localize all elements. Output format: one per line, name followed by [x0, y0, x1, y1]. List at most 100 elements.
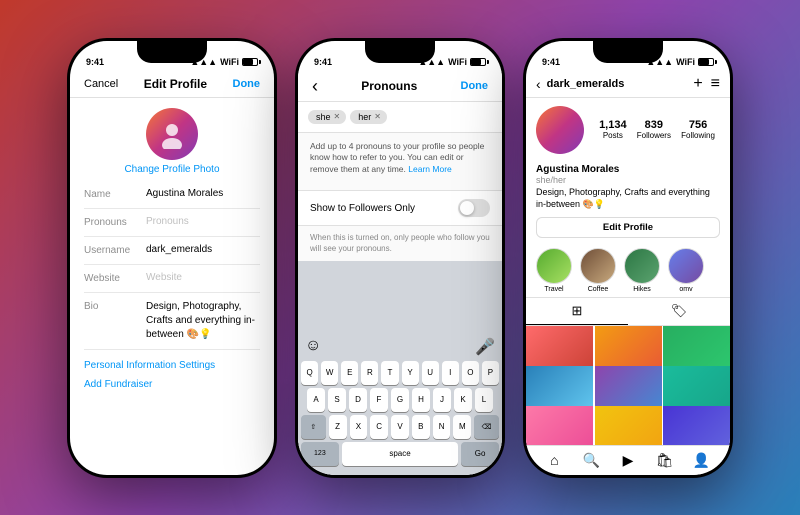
done-button[interactable]: Done — [233, 78, 261, 90]
pronoun-description: Add up to 4 pronouns to your profile so … — [298, 133, 502, 185]
nav-reels[interactable]: ▶ — [610, 452, 647, 469]
key-p[interactable]: P — [482, 361, 499, 385]
wifi-icon-3: WiFi — [676, 57, 695, 67]
pronoun-tag-her[interactable]: her ✕ — [350, 110, 387, 124]
battery-icon-2 — [470, 58, 486, 66]
done-button-2[interactable]: Done — [461, 80, 489, 92]
keyboard-row-4: 123 space Go — [301, 442, 499, 466]
mic-icon[interactable]: 🎤 — [475, 337, 495, 357]
key-s[interactable]: S — [328, 388, 346, 412]
grid-cell-7[interactable] — [526, 406, 593, 445]
key-k[interactable]: K — [454, 388, 472, 412]
key-o[interactable]: O — [462, 361, 479, 385]
label-bio: Bio — [84, 300, 146, 312]
form-row-pronouns: Pronouns Pronouns — [84, 209, 260, 237]
value-pronouns[interactable]: Pronouns — [146, 216, 260, 227]
personal-info-link[interactable]: Personal Information Settings — [84, 360, 260, 371]
back-button-2[interactable]: ‹ — [312, 77, 318, 95]
pronoun-tag-she[interactable]: she ✕ — [308, 110, 346, 124]
stat-following[interactable]: 756 Following — [681, 119, 715, 140]
profile-avatar — [536, 106, 584, 154]
value-username[interactable]: dark_emeralds — [146, 244, 260, 255]
key-d[interactable]: D — [349, 388, 367, 412]
key-w[interactable]: W — [321, 361, 338, 385]
change-photo-link[interactable]: Change Profile Photo — [124, 164, 219, 175]
key-h[interactable]: H — [412, 388, 430, 412]
key-go[interactable]: Go — [461, 442, 499, 466]
tag-her-label: her — [358, 112, 371, 122]
highlight-hikes[interactable]: Hikes — [624, 248, 660, 293]
nav-search[interactable]: 🔍 — [573, 452, 610, 469]
highlight-coffee[interactable]: Coffee — [580, 248, 616, 293]
pronouns-content: she ✕ her ✕ Add up to 4 pronouns to your… — [298, 102, 502, 475]
keyboard: ☺ 🎤 Q W E R T Y U I O P A — [298, 261, 502, 475]
add-fundraiser-link[interactable]: Add Fundraiser — [84, 379, 260, 390]
posts-label: Posts — [603, 131, 623, 140]
highlight-label-omv: omv — [679, 286, 692, 293]
key-z[interactable]: Z — [329, 415, 347, 439]
key-j[interactable]: J — [433, 388, 451, 412]
label-pronouns: Pronouns — [84, 216, 146, 228]
tag-her-remove[interactable]: ✕ — [374, 112, 381, 121]
key-space[interactable]: space — [342, 442, 459, 466]
key-a[interactable]: A — [307, 388, 325, 412]
notch — [137, 41, 207, 63]
key-l[interactable]: L — [475, 388, 493, 412]
key-y[interactable]: Y — [402, 361, 419, 385]
key-i[interactable]: I — [442, 361, 459, 385]
key-backspace[interactable]: ⌫ — [474, 415, 499, 439]
tab-tagged[interactable]: 🏷 — [628, 298, 730, 325]
cancel-button[interactable]: Cancel — [84, 78, 118, 90]
followers-only-toggle[interactable] — [458, 199, 490, 217]
profile-content: 1,134 Posts 839 Followers 756 Following — [526, 98, 730, 475]
stat-followers[interactable]: 839 Followers — [637, 119, 671, 140]
grid-cell-9[interactable] — [663, 406, 730, 445]
avatar[interactable] — [146, 108, 198, 160]
nav-profile[interactable]: 👤 — [683, 452, 720, 469]
toggle-label: Show to Followers Only — [310, 203, 415, 214]
value-name[interactable]: Agustina Morales — [146, 188, 260, 199]
add-content-icon[interactable]: + — [693, 75, 702, 93]
key-x[interactable]: X — [350, 415, 368, 439]
phone-edit-profile: 9:41 ▲▲▲ WiFi Cancel Edit Profile Done — [67, 38, 277, 478]
back-button-3[interactable]: ‹ — [536, 76, 541, 92]
bottom-nav: ⌂ 🔍 ▶ 🛍 👤 — [526, 445, 730, 475]
key-g[interactable]: G — [391, 388, 409, 412]
label-username: Username — [84, 244, 146, 256]
profile-username: dark_emeralds — [547, 78, 694, 90]
key-v[interactable]: V — [391, 415, 409, 439]
bio-icons: 🎨💡 — [583, 198, 605, 211]
menu-icon[interactable]: ≡ — [711, 75, 720, 93]
key-q[interactable]: Q — [301, 361, 318, 385]
key-m[interactable]: M — [453, 415, 471, 439]
nav-home[interactable]: ⌂ — [536, 452, 573, 468]
nav-shop[interactable]: 🛍 — [646, 452, 683, 469]
profile-stats: 1,134 Posts 839 Followers 756 Following — [594, 119, 720, 140]
keyboard-row-1: Q W E R T Y U I O P — [301, 361, 499, 385]
key-c[interactable]: C — [370, 415, 388, 439]
key-e[interactable]: E — [341, 361, 358, 385]
highlight-omv[interactable]: omv — [668, 248, 704, 293]
edit-profile-button[interactable]: Edit Profile — [536, 217, 720, 238]
key-r[interactable]: R — [361, 361, 378, 385]
learn-more-link[interactable]: Learn More — [408, 164, 451, 174]
key-u[interactable]: U — [422, 361, 439, 385]
key-b[interactable]: B — [412, 415, 430, 439]
highlight-travel[interactable]: Travel — [536, 248, 572, 293]
key-n[interactable]: N — [433, 415, 451, 439]
key-f[interactable]: F — [370, 388, 388, 412]
emoji-icon[interactable]: ☺ — [305, 337, 321, 357]
tag-she-remove[interactable]: ✕ — [334, 112, 341, 121]
tab-grid[interactable]: ⊞ — [526, 298, 628, 325]
followers-count: 839 — [645, 119, 663, 131]
pronoun-input-area[interactable]: she ✕ her ✕ — [298, 102, 502, 133]
value-bio[interactable]: Design, Photography, Crafts and everythi… — [146, 300, 260, 342]
key-t[interactable]: T — [381, 361, 398, 385]
key-shift[interactable]: ⇧ — [301, 415, 326, 439]
grid-cell-8[interactable] — [595, 406, 662, 445]
key-123[interactable]: 123 — [301, 442, 339, 466]
value-website[interactable]: Website — [146, 272, 260, 283]
following-count: 756 — [689, 119, 707, 131]
stat-posts[interactable]: 1,134 Posts — [599, 119, 627, 140]
tab-bar-profile: ⊞ 🏷 — [526, 297, 730, 326]
